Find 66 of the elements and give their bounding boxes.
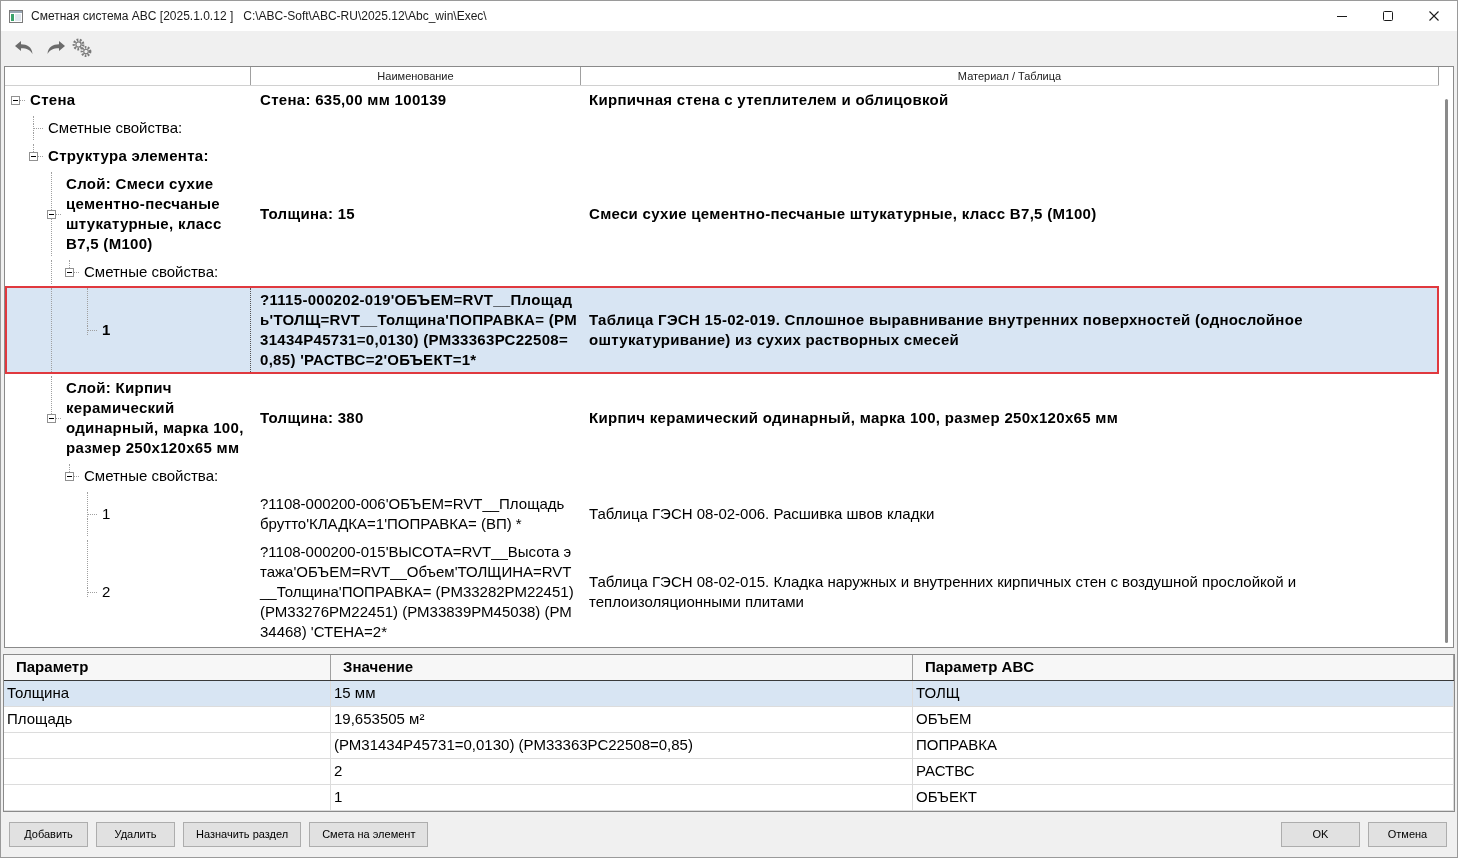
window-title: Сметная система ABC [2025.1.0.12 ] C:\ABC-Soft\ABC-RU\2025.12\Abc_win\Exec\ — [31, 8, 487, 25]
close-icon — [1429, 11, 1439, 21]
app-icon — [9, 9, 23, 23]
maximize-icon — [1383, 11, 1393, 21]
redo-icon — [47, 40, 65, 55]
tree-cell: Таблица ГЭСН 08-02-006. Расшивка швов кладки — [589, 504, 935, 524]
dialog-button[interactable]: Отмена — [1368, 822, 1447, 847]
tree-node-label[interactable]: Сметные свойства: — [84, 466, 219, 486]
tree-node-label[interactable]: 1 — [102, 504, 111, 524]
table-cell: ТОЛЩ — [913, 681, 1454, 706]
table-cell: 1 — [331, 785, 913, 810]
tree-cell: Толщина: 15 — [260, 204, 355, 224]
action-button[interactable]: Назначить раздел — [183, 822, 302, 847]
table-row[interactable]: Толщина 15 мм ТОЛЩ — [4, 681, 1454, 707]
column-header: Параметр ABC — [913, 655, 1454, 680]
table-cell: ОБЪЕКТ — [913, 785, 1454, 810]
table-cell: 2 — [331, 759, 913, 784]
collapse-icon[interactable] — [65, 471, 74, 481]
tree-node-label[interactable]: 2 — [102, 582, 111, 602]
table-cell: РАСТВС — [913, 759, 1454, 784]
tree-cell: Толщина: 380 — [260, 408, 364, 428]
table-cell: 19,653505 м² — [331, 707, 913, 732]
table-row[interactable]: 2 РАСТВС — [4, 759, 1454, 785]
collapse-icon[interactable] — [65, 267, 74, 277]
scrollbar-thumb[interactable] — [1444, 99, 1448, 643]
table-cell: ОБЪЕМ — [913, 707, 1454, 732]
column-header: Значение — [331, 655, 913, 680]
collapse-icon[interactable] — [11, 95, 20, 105]
tree-node-label[interactable]: Сметные свойства: — [84, 262, 219, 282]
tree-row[interactable] — [5, 286, 1439, 374]
table-row[interactable]: 1 ОБЪЕКТ — [4, 785, 1454, 811]
tree-cell: Смеси сухие цементно-песчаные штукатурные, класс В7,5 (М100) — [589, 204, 1097, 224]
table-cell: 15 мм — [331, 681, 913, 706]
gears-icon — [72, 38, 92, 57]
tree-node-label[interactable]: Структура элемента: — [48, 146, 209, 166]
table-cell: Толщина — [4, 681, 331, 706]
tree-node-label[interactable]: Слой: Смеси сухие цементно-песчаные штукатурные, класс В7,5 (М100) — [66, 174, 249, 254]
tree-node-label[interactable]: Слой: Кирпич керамический одинарный, марка 100, размер 250х120х65 мм — [66, 378, 249, 458]
tree-cell-text: ?1108-000200-015'ВЫСОТА=RVT__Высота этажа'ОБЪЕМ=RVT__Объем'ТОЛЩИНА=RVT__Толщина'ПОПРАВКА= (РМ33282РМ22451) (РМ33276РМ22451) (РМ33839РМ45038) (РМ34468) 'СТЕНА=2* — [260, 542, 575, 642]
tree-cell: Стена: 635,00 мм 100139 — [260, 90, 447, 110]
tree-node-label[interactable]: 1 — [102, 320, 111, 340]
table-cell: (РМ31434Р45731=0,0130) (РМ33363РС22508=0,85) — [331, 733, 913, 758]
tree-cell: Кирпич керамический одинарный, марка 100, размер 250х120х65 мм — [589, 408, 1119, 428]
tree-cell-text: ?1108-000200-006'ОБЪЕМ=RVT__Площадь брутто'КЛАДКА=1'ПОПРАВКА= (ВП) * — [260, 494, 566, 534]
column-header: Наименование — [251, 67, 581, 85]
action-button[interactable]: Удалить — [96, 822, 175, 847]
tree-cell: ?1115-000202-019'ОБЪЕМ=RVT__Площадь'ТОЛЩ=RVT__Толщина'ПОПРАВКА= (РМ31434Р45731=0,0130) (РМ33363РС22508=0,85) 'РАСТВС=2'ОБЪЕКТ=1* — [260, 290, 577, 370]
tree-cell-text: Таблица ГЭСН 15-02-019. Сплошное выравнивание внутренних поверхностей (однослойное оштукатуривание) из сухих растворных смесей — [589, 310, 1304, 350]
tree-cell-text: Таблица ГЭСН 08-02-015. Кладка наружных и внутренних кирпичных стен с воздушной прослойкой и теплоизоляционными плитами — [589, 572, 1298, 612]
table-row[interactable]: (РМ31434Р45731=0,0130) (РМ33363РС22508=0,85) ПОПРАВКА — [4, 733, 1454, 759]
column-header: Параметр — [4, 655, 331, 680]
dialog-button[interactable]: OK — [1281, 822, 1360, 847]
action-button[interactable]: Добавить — [9, 822, 88, 847]
collapse-icon[interactable] — [29, 151, 38, 161]
collapse-icon[interactable] — [47, 209, 56, 219]
minimize-icon — [1337, 15, 1347, 17]
collapse-icon[interactable] — [47, 413, 56, 423]
action-button[interactable]: Смета на элемент — [309, 822, 429, 847]
tree-node-label[interactable]: Сметные свойства: — [48, 118, 183, 138]
tree-cell: Кирпичная стена с утеплителем и облицовкой — [589, 90, 949, 110]
tree-node-label[interactable]: Стена — [30, 90, 76, 110]
table-row[interactable]: Площадь 19,653505 м² ОБЪЕМ — [4, 707, 1454, 733]
table-cell: Площадь — [4, 707, 331, 732]
undo-icon — [15, 40, 33, 55]
table-cell: ПОПРАВКА — [913, 733, 1454, 758]
settings-button[interactable] — [71, 36, 93, 59]
